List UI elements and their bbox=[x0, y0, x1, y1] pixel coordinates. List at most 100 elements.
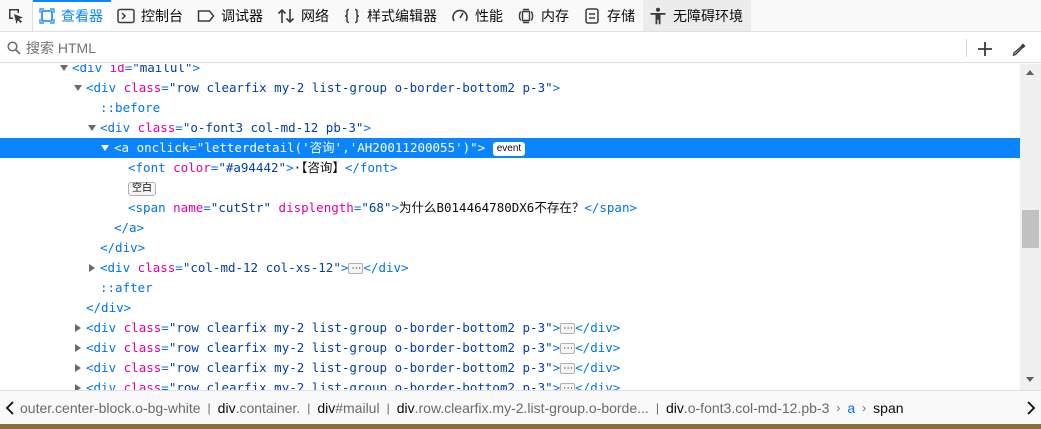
tab-storage[interactable]: 存储 bbox=[577, 0, 643, 31]
expand-toggle[interactable] bbox=[72, 378, 84, 390]
tag-open: <a bbox=[114, 140, 137, 155]
chevron-left-icon bbox=[5, 400, 14, 415]
vertical-scrollbar[interactable] bbox=[1020, 64, 1041, 390]
tree-node-font[interactable]: <font color="#a94442">·【咨询】</font> bbox=[0, 158, 1020, 178]
attr-name: class bbox=[123, 340, 162, 355]
breadcrumb-item[interactable]: outer.center-block.o-bg-white bbox=[20, 400, 207, 416]
expand-toggle[interactable] bbox=[99, 138, 111, 158]
tag-close: > bbox=[363, 120, 371, 135]
collapsed-ellipsis[interactable]: ⋯ bbox=[560, 363, 576, 374]
breadcrumb-scroll-left-button[interactable] bbox=[0, 391, 20, 424]
tree-node-whitespace[interactable]: 空白 bbox=[0, 178, 1020, 198]
tree-node-div-close[interactable]: </div> bbox=[0, 238, 1020, 258]
expand-toggle[interactable] bbox=[72, 318, 84, 338]
expand-toggle[interactable] bbox=[72, 358, 84, 378]
add-node-button[interactable] bbox=[974, 38, 996, 60]
attr-value: "mailul" bbox=[132, 64, 193, 75]
tag-open: <div bbox=[86, 380, 124, 390]
event-badge[interactable]: event bbox=[492, 142, 526, 156]
expand-toggle[interactable] bbox=[72, 338, 84, 358]
attr-name: id bbox=[109, 64, 125, 75]
search-html-input[interactable] bbox=[26, 39, 926, 56]
tree-node-before[interactable]: ::before bbox=[0, 98, 1020, 118]
tree-node-div-row-collapsed[interactable]: <div class="row clearfix my-2 list-group… bbox=[0, 318, 1020, 338]
tree-node-div-row-collapsed[interactable]: <div class="row clearfix my-2 list-group… bbox=[0, 378, 1020, 390]
breadcrumb-item[interactable]: div #mailul bbox=[311, 400, 385, 416]
closing-tag: </div> bbox=[575, 380, 621, 390]
tab-label: 存储 bbox=[607, 7, 635, 24]
collapsed-ellipsis[interactable]: ⋯ bbox=[348, 263, 364, 274]
window-bottom-edge bbox=[0, 424, 1041, 429]
closing-tag: </span> bbox=[584, 200, 638, 215]
tab-label: 控制台 bbox=[141, 7, 183, 24]
tree-node-after[interactable]: ::after bbox=[0, 278, 1020, 298]
breadcrumb-items: outer.center-block.o-bg-white | div .cont… bbox=[20, 400, 1021, 416]
collapsed-ellipsis[interactable]: ⋯ bbox=[560, 323, 576, 334]
expand-toggle[interactable] bbox=[58, 64, 70, 78]
tag-close: > bbox=[340, 260, 349, 275]
tree-node-div-col[interactable]: <div class="col-md-12 col-xs-12"> ⋯ </div> bbox=[0, 258, 1020, 278]
tab-performance[interactable]: 性能 bbox=[445, 0, 511, 31]
breadcrumb-item[interactable]: div .row.clearfix.my-2.list-group.o-borde… bbox=[391, 400, 655, 416]
tree-node-a-selected[interactable]: <a onclick="letterdetail('咨询','AH2001120… bbox=[0, 138, 1020, 158]
element-picker-icon bbox=[9, 8, 23, 24]
tab-inspector[interactable]: 查看器 bbox=[33, 0, 111, 31]
scroll-up-arrow-icon[interactable] bbox=[1026, 70, 1034, 75]
tag-close: > bbox=[552, 320, 561, 335]
breadcrumb-selector: .o-font3.col-md-12.pb-3 bbox=[683, 399, 830, 416]
breadcrumb-item[interactable]: div .o-font3.col-md-12.pb-3 bbox=[660, 400, 835, 416]
tab-memory[interactable]: 内存 bbox=[511, 0, 577, 31]
collapsed-ellipsis[interactable]: ⋯ bbox=[560, 383, 576, 390]
inspector-icon bbox=[39, 7, 55, 24]
closing-tag: </div> bbox=[575, 360, 621, 375]
breadcrumb-item[interactable]: div .container. bbox=[212, 400, 307, 416]
breadcrumb-scroll-right-button[interactable] bbox=[1021, 391, 1041, 424]
expand-toggle[interactable] bbox=[72, 78, 84, 98]
tree-node-a-close[interactable]: </a> bbox=[0, 218, 1020, 238]
scroll-down-arrow-icon[interactable] bbox=[1026, 377, 1034, 382]
attr-name: class bbox=[137, 260, 176, 275]
tag-open: <div bbox=[72, 64, 110, 75]
closing-tag: </div> bbox=[575, 340, 621, 355]
tab-label: 查看器 bbox=[61, 7, 103, 24]
attr-name: class bbox=[137, 120, 176, 135]
tag-close: > bbox=[477, 140, 486, 155]
memory-icon bbox=[518, 8, 534, 23]
tag-open: <div bbox=[86, 320, 124, 335]
tab-label: 性能 bbox=[475, 7, 503, 24]
tree-node-div-row[interactable]: <div class="row clearfix my-2 list-group… bbox=[0, 78, 1020, 98]
breadcrumb-item[interactable]: span bbox=[867, 400, 909, 416]
style-editor-icon bbox=[344, 8, 360, 23]
tab-console[interactable]: 控制台 bbox=[111, 0, 191, 31]
expand-toggle[interactable] bbox=[86, 258, 98, 278]
attr-name: color bbox=[173, 160, 211, 175]
pseudo-element: ::after bbox=[100, 280, 153, 295]
tab-debugger[interactable]: 调试器 bbox=[191, 0, 271, 31]
tag-open: <div bbox=[100, 260, 138, 275]
tree-node-div-row-collapsed[interactable]: <div class="row clearfix my-2 list-group… bbox=[0, 358, 1020, 378]
tag-open: <div bbox=[86, 80, 124, 95]
whitespace-badge[interactable]: 空白 bbox=[128, 182, 156, 196]
tab-style-editor[interactable]: 样式编辑器 bbox=[337, 0, 445, 31]
expand-toggle[interactable] bbox=[86, 118, 98, 138]
eyedropper-button[interactable] bbox=[1009, 38, 1031, 60]
tree-node-div-close[interactable]: </div> bbox=[0, 298, 1020, 318]
attr-name: class bbox=[123, 360, 162, 375]
tree-node-div-ofont3[interactable]: <div class="o-font3 col-md-12 pb-3"> bbox=[0, 118, 1020, 138]
breadcrumb-selector: .row.clearfix.my-2.list-group.o-borde... bbox=[414, 399, 649, 416]
tab-accessibility[interactable]: 无障碍环境 bbox=[643, 0, 751, 31]
collapsed-ellipsis[interactable]: ⋯ bbox=[560, 343, 576, 354]
breadcrumb-selector: outer.center-block.o-bg-white bbox=[20, 399, 201, 416]
breadcrumb-item[interactable]: a bbox=[841, 400, 861, 416]
tree-node-div-mailul[interactable]: <div id="mailul"> bbox=[0, 64, 1020, 78]
attr-name: class bbox=[123, 320, 162, 335]
scrollbar-thumb[interactable] bbox=[1022, 210, 1039, 248]
closing-tag: </div> bbox=[86, 300, 132, 315]
tab-network[interactable]: 网络 bbox=[271, 0, 337, 31]
element-picker-button[interactable] bbox=[0, 0, 32, 31]
attr-value: "cutStr" bbox=[210, 200, 272, 215]
tree-node-span[interactable]: <span name="cutStr" displength="68">为什么B… bbox=[0, 198, 1020, 218]
tree-node-div-row-collapsed[interactable]: <div class="row clearfix my-2 list-group… bbox=[0, 338, 1020, 358]
attr-value: "row clearfix my-2 list-group o-border-b… bbox=[168, 340, 553, 355]
devtools-toolbar: 查看器 控制台 调试器 网络 样式编辑器 性能 内存 存储 无障碍环境 bbox=[0, 0, 1041, 32]
